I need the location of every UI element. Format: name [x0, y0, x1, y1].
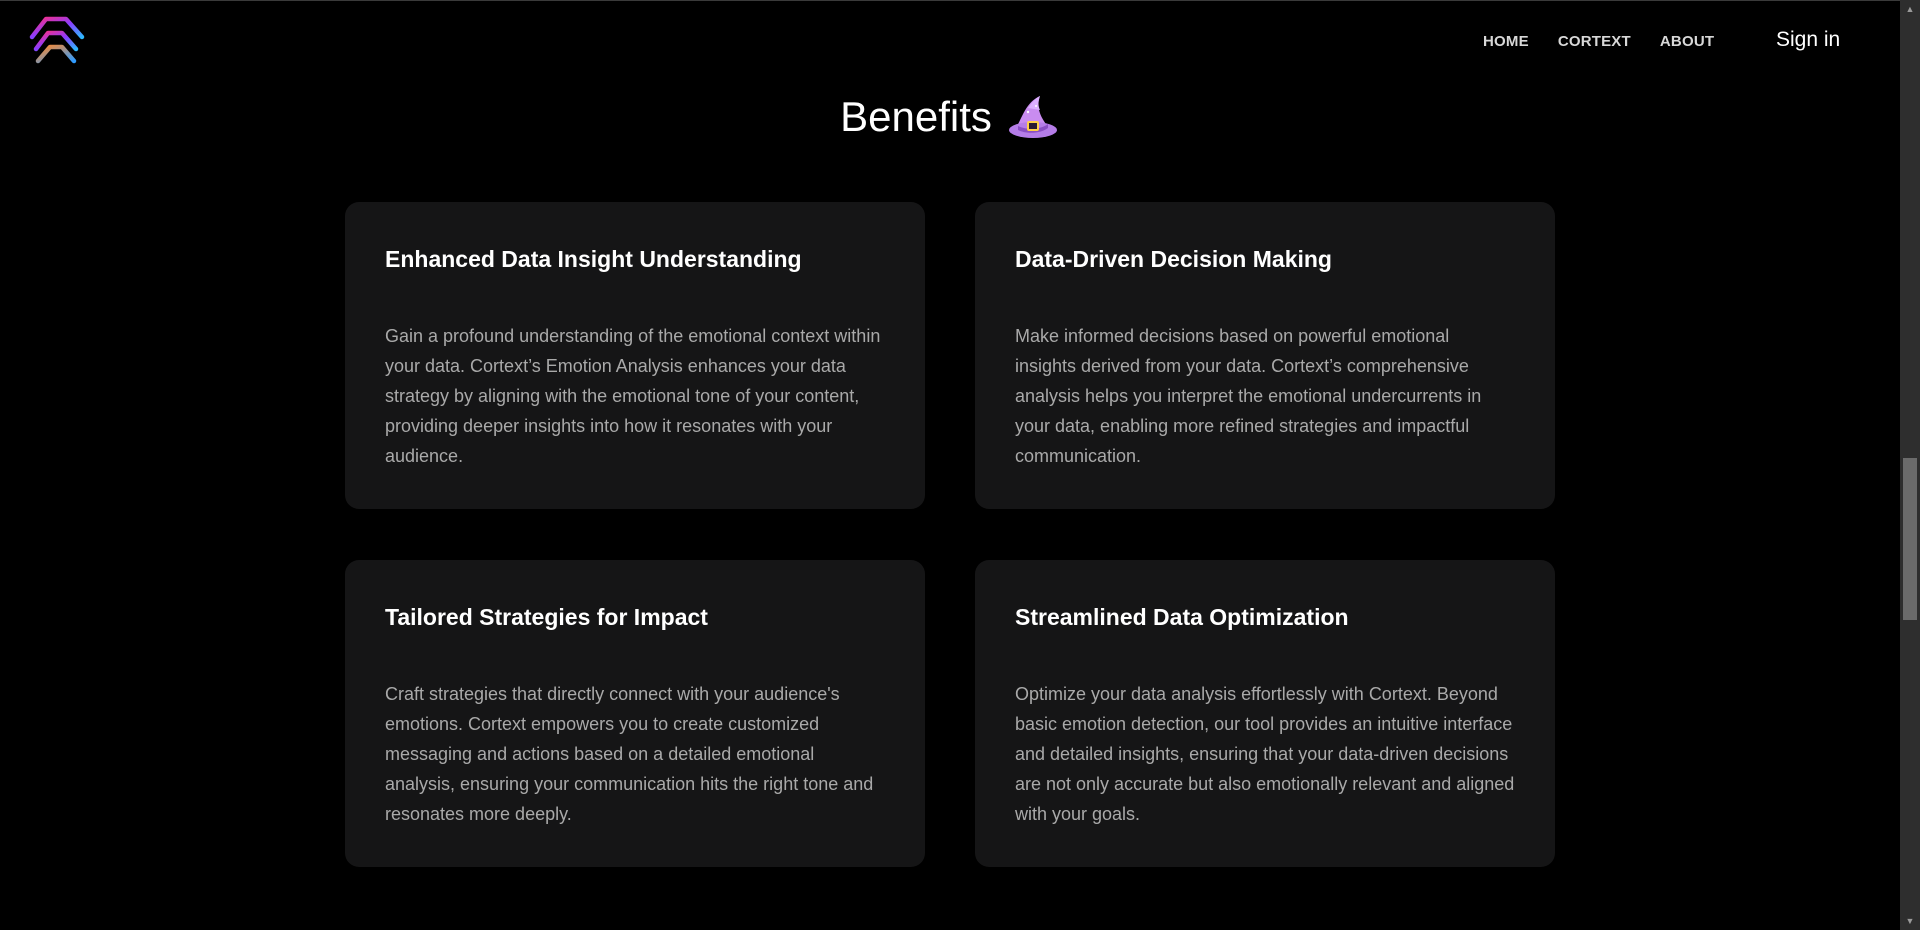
scroll-up-arrow-icon[interactable]: ▲ — [1900, 0, 1920, 18]
benefit-card-body: Optimize your data analysis effortlessly… — [1015, 684, 1515, 824]
benefit-card-body: Make informed decisions based on powerfu… — [1015, 326, 1482, 466]
nav-home-link[interactable]: HOME — [1483, 33, 1529, 50]
cortext-logo-icon[interactable] — [28, 15, 88, 67]
nav-cortext-link[interactable]: CORTEXT — [1558, 33, 1631, 50]
benefit-card-title: Enhanced Data Insight Understanding — [385, 246, 802, 272]
nav-about-link[interactable]: ABOUT — [1660, 33, 1714, 50]
benefit-card-title: Streamlined Data Optimization — [1015, 604, 1349, 630]
section-title: Benefits — [0, 88, 1900, 147]
benefit-card: Data-Driven Decision Making Make informe… — [975, 202, 1555, 509]
site-header: HOME CORTEXT ABOUT Sign in — [0, 0, 1900, 82]
benefit-card: Tailored Strategies for Impact Craft str… — [345, 560, 925, 867]
benefit-card: Streamlined Data Optimization Optimize y… — [975, 560, 1555, 867]
main-nav: HOME CORTEXT ABOUT — [1483, 33, 1743, 50]
section-title-text: Benefits — [840, 93, 992, 140]
witch-hat-icon — [1008, 95, 1057, 138]
benefit-card-title: Data-Driven Decision Making — [1015, 246, 1332, 272]
page-scrollbar[interactable]: ▲ ▼ — [1900, 0, 1920, 930]
benefit-card: Enhanced Data Insight Understanding Gain… — [345, 202, 925, 509]
benefit-card-body: Craft strategies that directly connect w… — [385, 684, 874, 824]
sign-in-link[interactable]: Sign in — [1776, 28, 1840, 52]
benefit-card-body: Gain a profound understanding of the emo… — [385, 326, 881, 466]
scrollbar-thumb[interactable] — [1903, 458, 1917, 620]
scroll-down-arrow-icon[interactable]: ▼ — [1900, 912, 1920, 930]
benefit-card-title: Tailored Strategies for Impact — [385, 604, 708, 630]
